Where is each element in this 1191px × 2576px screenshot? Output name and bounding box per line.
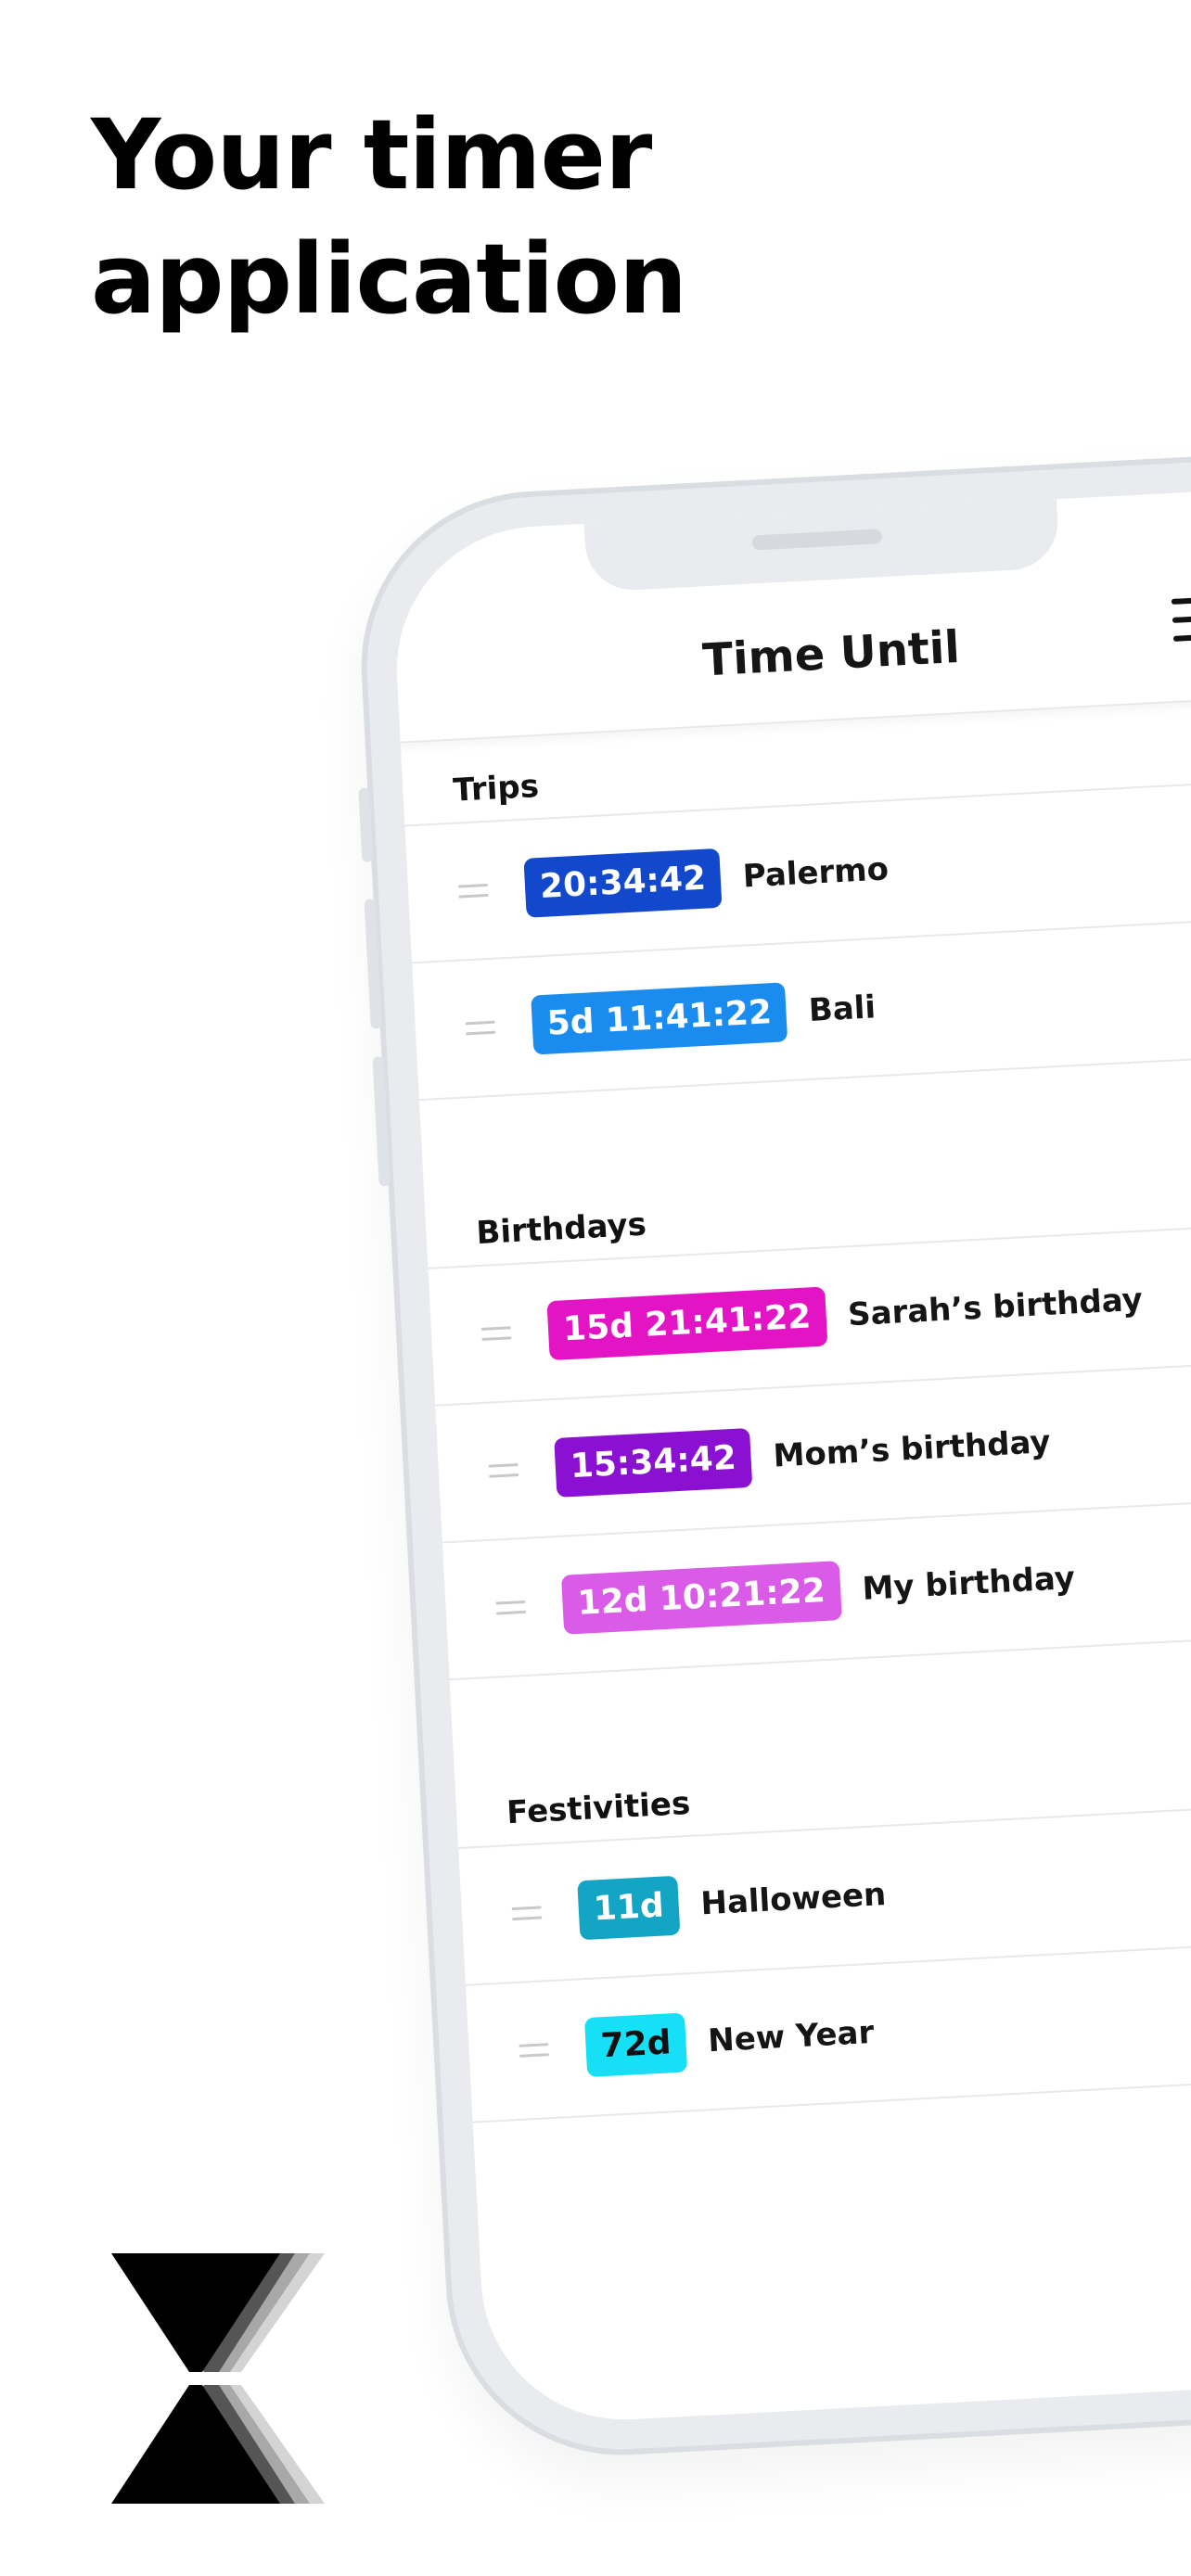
countdown-badge: 12d 10:21:22	[560, 1561, 842, 1635]
event-name: New Year	[707, 2013, 876, 2060]
timer-list: Trips 20:34:42 Palermo 5d 11:41:22 Bali …	[400, 692, 1191, 2123]
countdown-badge: 11d	[577, 1875, 681, 1941]
countdown-badge: 20:34:42	[523, 848, 723, 918]
drag-handle-icon[interactable]	[488, 1456, 519, 1486]
countdown-badge: 5d 11:41:22	[531, 982, 788, 1055]
event-name: Halloween	[699, 1875, 888, 1923]
phone-speaker	[751, 529, 883, 551]
headline-line-1: Your timer	[91, 98, 652, 211]
event-name: Mom’s birthday	[772, 1423, 1052, 1475]
drag-handle-icon[interactable]	[457, 876, 489, 906]
event-name: My birthday	[861, 1559, 1076, 1608]
countdown-badge: 15d 21:41:22	[546, 1286, 827, 1361]
drag-handle-icon[interactable]	[519, 2035, 550, 2065]
countdown-badge: 15:34:42	[554, 1427, 753, 1498]
countdown-badge: 72d	[583, 2012, 688, 2078]
section-trips: Trips 20:34:42 Palermo 5d 11:41:22 Bali	[400, 692, 1191, 1102]
phone-screen: Time Until ↓↑ Trips 20:34:42 Palermo 5d …	[389, 484, 1191, 2428]
drag-handle-icon[interactable]	[511, 1898, 543, 1928]
drag-handle-icon[interactable]	[465, 1014, 496, 1043]
event-name: Bali	[807, 988, 877, 1029]
headline-line-2: application	[91, 223, 687, 336]
drag-handle-icon[interactable]	[495, 1593, 527, 1623]
phone-mockup: Time Until ↓↑ Trips 20:34:42 Palermo 5d …	[352, 447, 1191, 2465]
app-title: Time Until	[701, 620, 962, 687]
drag-handle-icon[interactable]	[480, 1319, 512, 1348]
section-birthdays: Birthdays 15d 21:41:22 Sarah’s birthday …	[423, 1134, 1191, 1681]
headline: Your timer application	[91, 93, 687, 341]
hourglass-logo	[111, 2253, 325, 2504]
hamburger-menu-icon[interactable]	[1171, 595, 1191, 655]
event-name: Palermo	[741, 850, 890, 896]
event-name: Sarah’s birthday	[847, 1281, 1144, 1334]
section-festivities: Festivities 11d Halloween 72d New Year	[454, 1714, 1191, 2123]
